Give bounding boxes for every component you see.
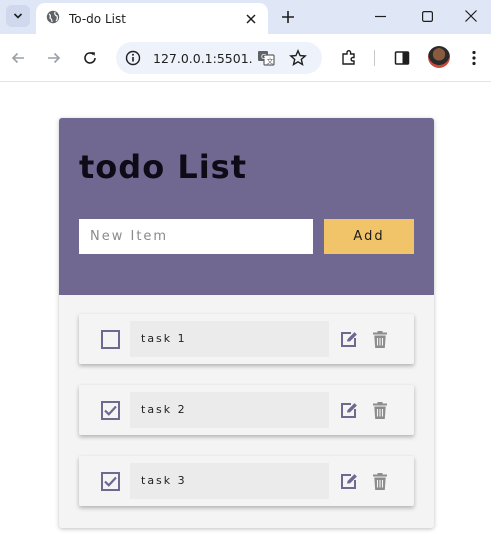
edit-icon[interactable] <box>339 471 359 491</box>
site-info-icon[interactable] <box>122 47 144 69</box>
extensions-icon[interactable] <box>337 46 361 70</box>
toolbar-divider <box>374 50 375 66</box>
task-text[interactable]: task 3 <box>130 463 329 499</box>
globe-icon <box>46 9 60 28</box>
trash-icon[interactable] <box>371 400 389 420</box>
tab-search-icon[interactable] <box>6 5 30 27</box>
side-panel-icon[interactable] <box>390 46 414 70</box>
task-checkbox-checked[interactable] <box>101 401 120 420</box>
url-text: 127.0.0.1:5501... <box>153 50 253 66</box>
edit-icon[interactable] <box>339 329 359 349</box>
add-button[interactable]: Add <box>324 219 414 254</box>
edit-icon[interactable] <box>339 400 359 420</box>
tab-title: To-do List <box>69 11 126 26</box>
task-item: task 2 <box>79 385 414 435</box>
task-list: task 1 task 2 task 3 <box>79 314 414 527</box>
trash-icon[interactable] <box>371 329 389 349</box>
task-item: task 3 <box>79 456 414 506</box>
back-arrow-icon[interactable] <box>6 46 30 70</box>
todo-header: todo List Add <box>59 118 434 295</box>
svg-text:文: 文 <box>267 57 274 66</box>
translate-icon[interactable]: G文 <box>254 46 278 70</box>
task-text[interactable]: task 2 <box>130 392 329 428</box>
star-icon[interactable] <box>286 46 310 70</box>
close-window-icon[interactable] <box>448 0 491 32</box>
browser-tab-strip: To-do List <box>0 0 491 34</box>
trash-icon[interactable] <box>371 471 389 491</box>
close-icon[interactable] <box>240 8 262 30</box>
app-title: todo List <box>79 148 248 186</box>
plus-icon[interactable] <box>276 5 300 29</box>
todo-card: todo List Add task 1 task 2 <box>59 118 434 528</box>
task-checkbox-checked[interactable] <box>101 472 120 491</box>
task-text[interactable]: task 1 <box>130 321 329 357</box>
reload-icon[interactable] <box>78 46 102 70</box>
browser-tab[interactable]: To-do List <box>36 3 268 34</box>
new-item-input[interactable] <box>79 219 313 254</box>
avatar[interactable] <box>428 46 450 68</box>
forward-arrow-icon[interactable] <box>42 46 66 70</box>
menu-icon[interactable] <box>462 46 486 70</box>
maximize-icon[interactable] <box>404 0 450 32</box>
browser-toolbar: 127.0.0.1:5501... G文 <box>0 34 491 82</box>
task-checkbox[interactable] <box>101 330 120 349</box>
minimize-icon[interactable] <box>357 0 403 32</box>
task-item: task 1 <box>79 314 414 364</box>
